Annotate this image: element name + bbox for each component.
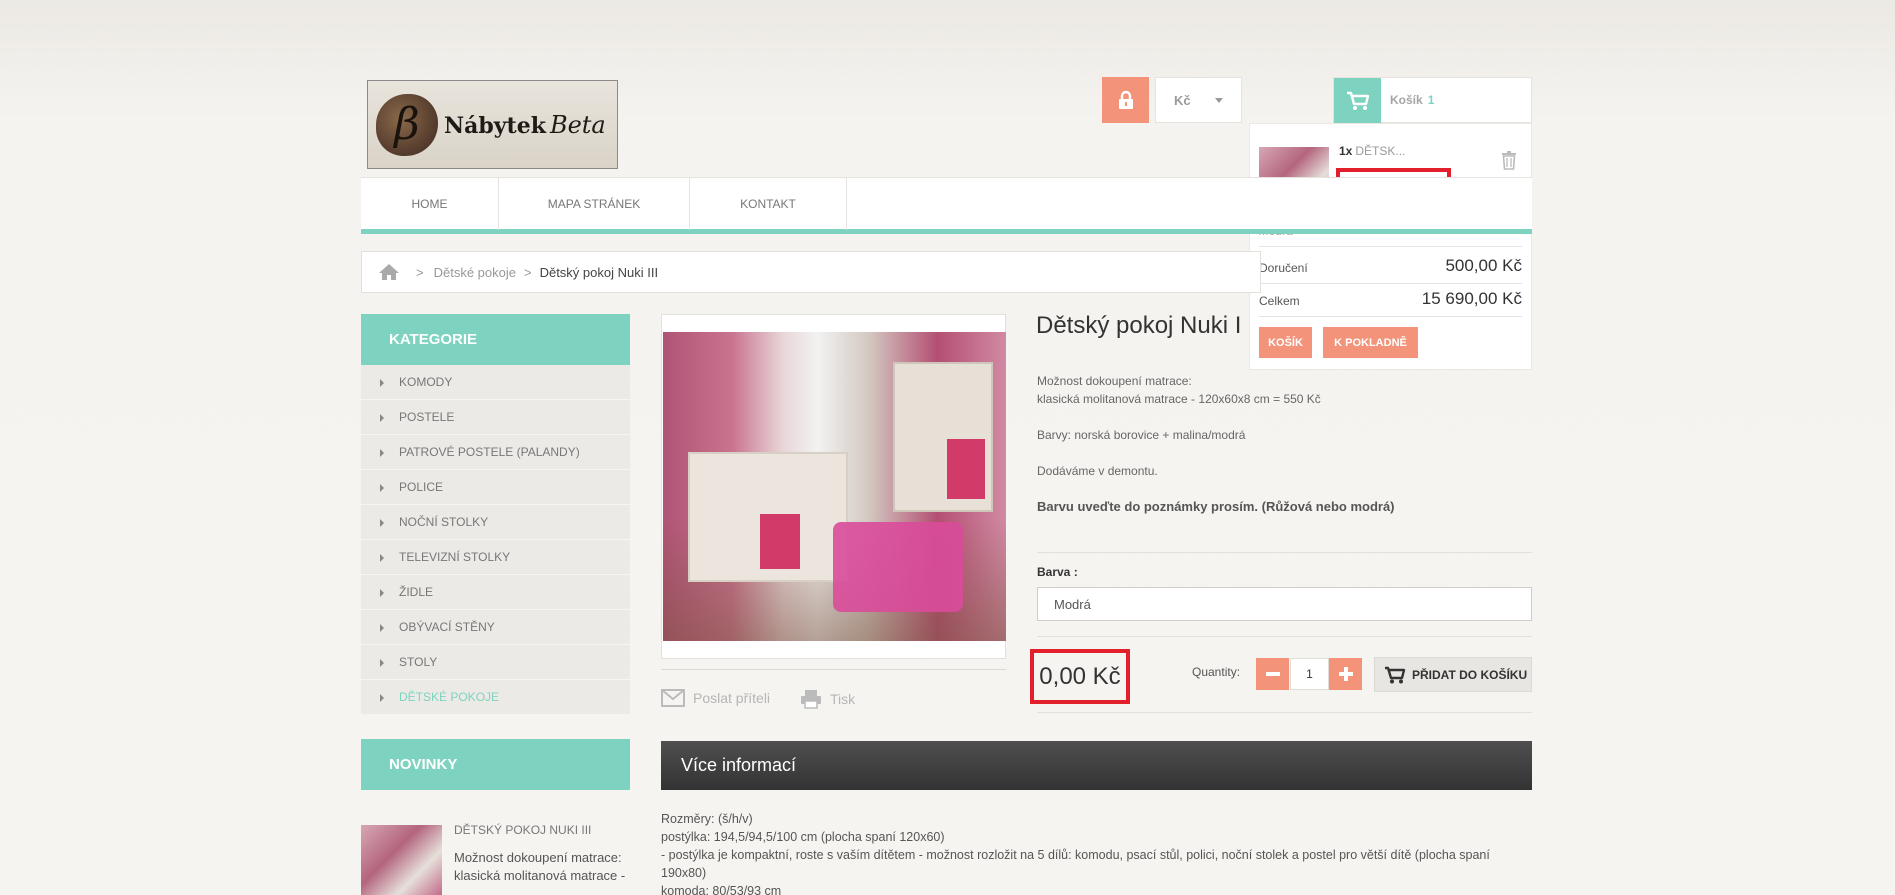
plus-icon xyxy=(1338,667,1353,681)
categories-heading: Kategorie xyxy=(361,314,630,365)
cart-icon-box xyxy=(1334,78,1381,123)
color-select[interactable]: Modrá xyxy=(1037,587,1532,621)
product-image[interactable] xyxy=(663,332,1006,641)
logo-name: Nábytek xyxy=(444,112,546,139)
logo-script: Beta xyxy=(549,110,606,139)
divider xyxy=(1259,316,1522,317)
divider xyxy=(1259,283,1522,284)
category-item[interactable]: Obývací stěny xyxy=(361,610,630,645)
product-image-frame xyxy=(661,314,1006,659)
nav-item-sitemap[interactable]: Mapa stránek xyxy=(499,178,690,230)
color-label: Barva : xyxy=(1037,565,1078,579)
news-item-thumbnail[interactable] xyxy=(361,825,442,895)
breadcrumb: > Dětské pokoje > Dětský pokoj Nuki III xyxy=(361,251,1261,293)
news-item-title[interactable]: Dětský pokoj Nuki III xyxy=(454,823,591,837)
cart-count: 1 xyxy=(1427,93,1435,107)
cart-item-name[interactable]: 1x DĚTSK... xyxy=(1339,144,1405,158)
total-label: Celkem xyxy=(1259,294,1300,308)
image-shelf-shape xyxy=(893,362,993,512)
divider xyxy=(1037,712,1532,713)
image-rug-shape xyxy=(833,522,963,612)
category-item[interactable]: Noční stolky xyxy=(361,505,630,540)
cart-summary[interactable]: Košík 1 xyxy=(1333,77,1532,123)
nav-item-contact[interactable]: Kontakt xyxy=(690,178,847,230)
cart-dropdown: 1xDĚTSK... 15 190,00 Kč Modrá Doručení 5… xyxy=(1249,123,1532,370)
quantity-increase-button[interactable] xyxy=(1329,658,1362,690)
shopping-cart-icon xyxy=(1346,91,1369,110)
category-item[interactable]: Židle xyxy=(361,575,630,610)
news-heading: Novinky xyxy=(361,739,630,790)
cart-item-title: DĚTSK... xyxy=(1355,144,1406,158)
breadcrumb-current: Dětský pokoj Nuki III xyxy=(539,264,659,280)
category-item[interactable]: Televizní stolky xyxy=(361,540,630,575)
checkout-button[interactable]: K pokladně xyxy=(1323,327,1418,358)
desc-line: Možnost dokoupení matrace: xyxy=(1037,374,1192,388)
add-to-cart-label: Přidat do košíku xyxy=(1412,667,1528,682)
remove-item-button[interactable] xyxy=(1501,151,1517,173)
category-list: Komody Postele Patrové postele (palandy)… xyxy=(361,365,630,715)
delivery-value: 500,00 Kč xyxy=(1445,256,1522,275)
divider xyxy=(1037,552,1532,553)
send-to-friend-label: Poslat příteli xyxy=(693,690,771,706)
product-price: 0,00 Kč xyxy=(1030,649,1130,704)
quantity-decrease-button[interactable] xyxy=(1256,658,1289,690)
category-item[interactable]: Police xyxy=(361,470,630,505)
delivery-label: Doručení xyxy=(1259,261,1308,275)
nav-item-home[interactable]: Home xyxy=(361,178,499,230)
printer-icon xyxy=(801,690,821,709)
cart-label: Košík 1 xyxy=(1390,93,1434,107)
more-info-line: komoda: 80/53/93 cm xyxy=(661,884,782,895)
site-logo[interactable]: β Nábytek Beta xyxy=(367,80,618,169)
shopping-cart-icon xyxy=(1385,666,1406,683)
category-item[interactable]: Patrové postele (palandy) xyxy=(361,435,630,470)
breadcrumb-separator: > xyxy=(416,264,424,280)
more-info-line: postýlka: 194,5/94,5/100 cm (plocha span… xyxy=(661,830,945,844)
total-value: 15 690,00 Kč xyxy=(1421,289,1522,308)
desc-note: Barvu uveďte do poznámky prosím. (Růžová… xyxy=(1037,499,1395,514)
news-item-description: Možnost dokoupení matrace: klasická moli… xyxy=(454,850,626,883)
print-label: Tisk xyxy=(830,691,856,707)
more-info-heading: Více informací xyxy=(661,741,1532,790)
currency-select[interactable]: Kč xyxy=(1155,77,1242,123)
divider xyxy=(661,669,1006,670)
main-nav: Home Mapa stránek Kontakt xyxy=(361,177,1532,234)
breadcrumb-separator: > xyxy=(523,264,532,280)
category-item[interactable]: Stoly xyxy=(361,645,630,680)
divider xyxy=(1037,636,1532,637)
quantity-input[interactable]: 1 xyxy=(1290,658,1329,690)
divider xyxy=(1259,246,1522,247)
lock-icon xyxy=(1118,90,1133,109)
view-cart-button[interactable]: Košík xyxy=(1259,327,1312,358)
minus-icon xyxy=(1265,672,1280,676)
more-info-text: Rozměry: (š/h/v) postýlka: 194,5/94,5/10… xyxy=(661,810,1521,895)
product-title: Dětský pokoj Nuki I xyxy=(1036,312,1242,339)
logo-text: Nábytek Beta xyxy=(444,111,606,139)
envelope-icon xyxy=(661,689,685,707)
breadcrumb-category[interactable]: Dětské pokoje xyxy=(434,265,516,280)
category-item[interactable]: Postele xyxy=(361,400,630,435)
desc-line: klasická molitanová matrace - 120x60x8 c… xyxy=(1037,392,1321,406)
more-info-line: - postýlka je kompaktní, roste s vaším d… xyxy=(661,848,1490,880)
chevron-down-icon xyxy=(1215,98,1223,103)
more-info-line: Rozměry: (š/h/v) xyxy=(661,812,753,826)
quantity-label: Quantity: xyxy=(1192,665,1241,679)
currency-value: Kč xyxy=(1174,92,1191,108)
print-link[interactable]: Tisk xyxy=(800,689,855,709)
send-to-friend-link[interactable]: Poslat příteli xyxy=(661,689,770,707)
desc-line: Barvy: norská borovice + malina/modrá xyxy=(1037,428,1246,442)
login-button[interactable] xyxy=(1102,77,1149,123)
add-to-cart-button[interactable]: Přidat do košíku xyxy=(1374,657,1532,692)
desc-line: Dodáváme v demontu. xyxy=(1037,464,1158,478)
cart-label-text: Košík xyxy=(1390,93,1423,107)
category-item[interactable]: Komody xyxy=(361,365,630,400)
logo-mark: β xyxy=(376,93,438,156)
home-icon[interactable] xyxy=(378,263,400,281)
category-item-active[interactable]: Dětské pokoje xyxy=(361,680,630,715)
image-crib-shape xyxy=(688,452,848,582)
cart-item-qty: 1x xyxy=(1339,144,1353,158)
product-description: Možnost dokoupení matrace: klasická moli… xyxy=(1037,372,1517,516)
trash-icon xyxy=(1502,151,1516,170)
